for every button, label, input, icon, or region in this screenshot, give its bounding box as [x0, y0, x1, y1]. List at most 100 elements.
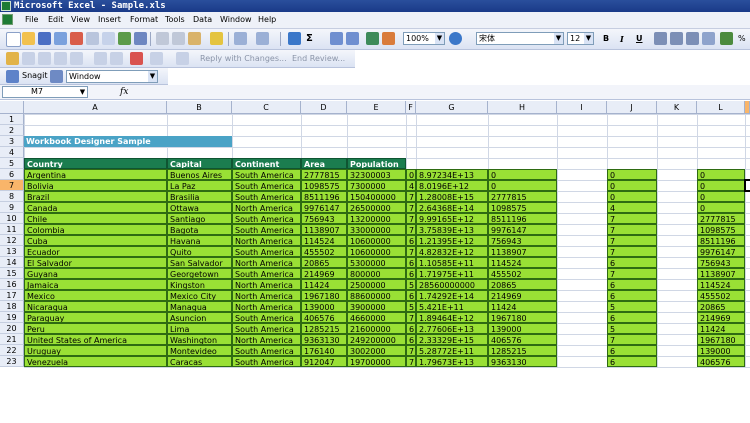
menu-help[interactable]: Help	[258, 12, 276, 28]
data-cell[interactable]: Bolivia	[24, 180, 167, 191]
data-cell[interactable]: 0	[607, 180, 657, 191]
data-cell[interactable]: Jamaica	[24, 279, 167, 290]
data-cell[interactable]: Washington	[167, 334, 232, 345]
data-cell[interactable]: 1138907	[301, 224, 347, 235]
data-cell[interactable]: 8511196	[697, 235, 745, 246]
data-cell[interactable]: Georgetown	[167, 268, 232, 279]
row-header-4[interactable]: 4	[0, 147, 24, 158]
menu-window[interactable]: Window	[220, 12, 252, 28]
data-cell[interactable]: 3900000	[347, 301, 406, 312]
reply-with-changes[interactable]: Reply with Changes...	[200, 50, 287, 67]
data-cell[interactable]: 406576	[488, 334, 557, 345]
data-cell[interactable]: North America	[232, 235, 301, 246]
data-cell[interactable]: 1.74292E+14	[416, 290, 488, 301]
cut-icon[interactable]	[156, 32, 169, 45]
data-cell[interactable]: 11424	[697, 323, 745, 334]
data-cell[interactable]: 7	[607, 235, 657, 246]
data-cell[interactable]: 1098575	[301, 180, 347, 191]
data-cell[interactable]: 7	[607, 213, 657, 224]
data-cell[interactable]: 1.89464E+12	[416, 312, 488, 323]
row-header-17[interactable]: 17	[0, 290, 24, 301]
row-header-23[interactable]: 23	[0, 356, 24, 367]
data-cell[interactable]: 0	[697, 169, 745, 180]
autosum-icon[interactable]: Σ	[306, 29, 313, 49]
column-header-l[interactable]: L	[697, 101, 745, 114]
data-cell[interactable]: 6	[607, 279, 657, 290]
data-cell[interactable]: 28560000000	[416, 279, 488, 290]
hyperlink-icon[interactable]	[288, 32, 301, 45]
data-cell[interactable]: 7	[406, 312, 416, 323]
row-header-14[interactable]: 14	[0, 257, 24, 268]
column-header-a[interactable]: A	[24, 101, 167, 114]
data-cell[interactable]: La Paz	[167, 180, 232, 191]
data-cell[interactable]: Chile	[24, 213, 167, 224]
data-cell[interactable]: Argentina	[24, 169, 167, 180]
row-header-16[interactable]: 16	[0, 279, 24, 290]
column-header-c[interactable]: C	[232, 101, 301, 114]
data-cell[interactable]: 7	[406, 246, 416, 257]
merge-center-icon[interactable]	[702, 32, 715, 45]
fx-icon[interactable]: fx	[120, 85, 128, 99]
active-cell[interactable]	[744, 179, 750, 192]
data-cell[interactable]: 1.10585E+11	[416, 257, 488, 268]
data-cell[interactable]: Havana	[167, 235, 232, 246]
menu-edit[interactable]: Edit	[48, 12, 64, 28]
data-cell[interactable]: South America	[232, 224, 301, 235]
data-cell[interactable]: El Salvador	[24, 257, 167, 268]
data-cell[interactable]: Brasilia	[167, 191, 232, 202]
redo-icon[interactable]	[256, 32, 269, 45]
data-cell[interactable]: 8.0196E+12	[416, 180, 488, 191]
copy-icon[interactable]	[172, 32, 185, 45]
data-cell[interactable]: South America	[232, 191, 301, 202]
menu-insert[interactable]: Insert	[98, 12, 121, 28]
percent-button[interactable]: %	[738, 29, 746, 49]
header-cell[interactable]: Population	[347, 158, 406, 169]
open-icon[interactable]	[22, 32, 35, 45]
row-header-10[interactable]: 10	[0, 213, 24, 224]
data-cell[interactable]: 139000	[488, 323, 557, 334]
column-header-k[interactable]: K	[657, 101, 697, 114]
data-cell[interactable]: 7	[607, 334, 657, 345]
data-cell[interactable]: 0	[488, 180, 557, 191]
row-header-3[interactable]: 3	[0, 136, 24, 147]
data-cell[interactable]: 5	[406, 301, 416, 312]
data-cell[interactable]: 249200000	[347, 334, 406, 345]
data-cell[interactable]: 7300000	[347, 180, 406, 191]
align-right-icon[interactable]	[686, 32, 699, 45]
data-cell[interactable]: 6	[607, 290, 657, 301]
data-cell[interactable]: 3.75839E+13	[416, 224, 488, 235]
data-cell[interactable]: North America	[232, 202, 301, 213]
data-cell[interactable]: Santiago	[167, 213, 232, 224]
data-cell[interactable]: 20865	[697, 301, 745, 312]
data-cell[interactable]: 2.33329E+15	[416, 334, 488, 345]
data-cell[interactable]: Mexico	[24, 290, 167, 301]
review-icon[interactable]	[54, 52, 67, 65]
capture-mode-combo[interactable]: Window ▼	[66, 70, 158, 83]
data-cell[interactable]: 2777815	[697, 213, 745, 224]
data-cell[interactable]: 6	[406, 290, 416, 301]
italic-button[interactable]: I	[620, 29, 624, 49]
row-header-20[interactable]: 20	[0, 323, 24, 334]
font-size-combo[interactable]: 12 ▼	[567, 32, 594, 45]
data-cell[interactable]: North America	[232, 257, 301, 268]
data-cell[interactable]: 7	[406, 202, 416, 213]
data-cell[interactable]: 19700000	[347, 356, 406, 367]
data-cell[interactable]: 6	[406, 323, 416, 334]
email-icon[interactable]	[70, 32, 83, 45]
data-cell[interactable]: Uruguay	[24, 345, 167, 356]
data-cell[interactable]: North America	[232, 290, 301, 301]
data-cell[interactable]: Paraguay	[24, 312, 167, 323]
data-cell[interactable]: South America	[232, 312, 301, 323]
data-cell[interactable]: 6	[406, 268, 416, 279]
menu-file[interactable]: File	[25, 12, 38, 28]
data-cell[interactable]: 912047	[301, 356, 347, 367]
data-cell[interactable]: 800000	[347, 268, 406, 279]
data-cell[interactable]: 8511196	[488, 213, 557, 224]
data-cell[interactable]: 0	[607, 169, 657, 180]
data-cell[interactable]: 7	[406, 191, 416, 202]
data-cell[interactable]: South America	[232, 180, 301, 191]
data-cell[interactable]: 7	[607, 224, 657, 235]
data-cell[interactable]: Montevideo	[167, 345, 232, 356]
data-cell[interactable]: 0	[697, 180, 745, 191]
undo-icon[interactable]	[234, 32, 247, 45]
